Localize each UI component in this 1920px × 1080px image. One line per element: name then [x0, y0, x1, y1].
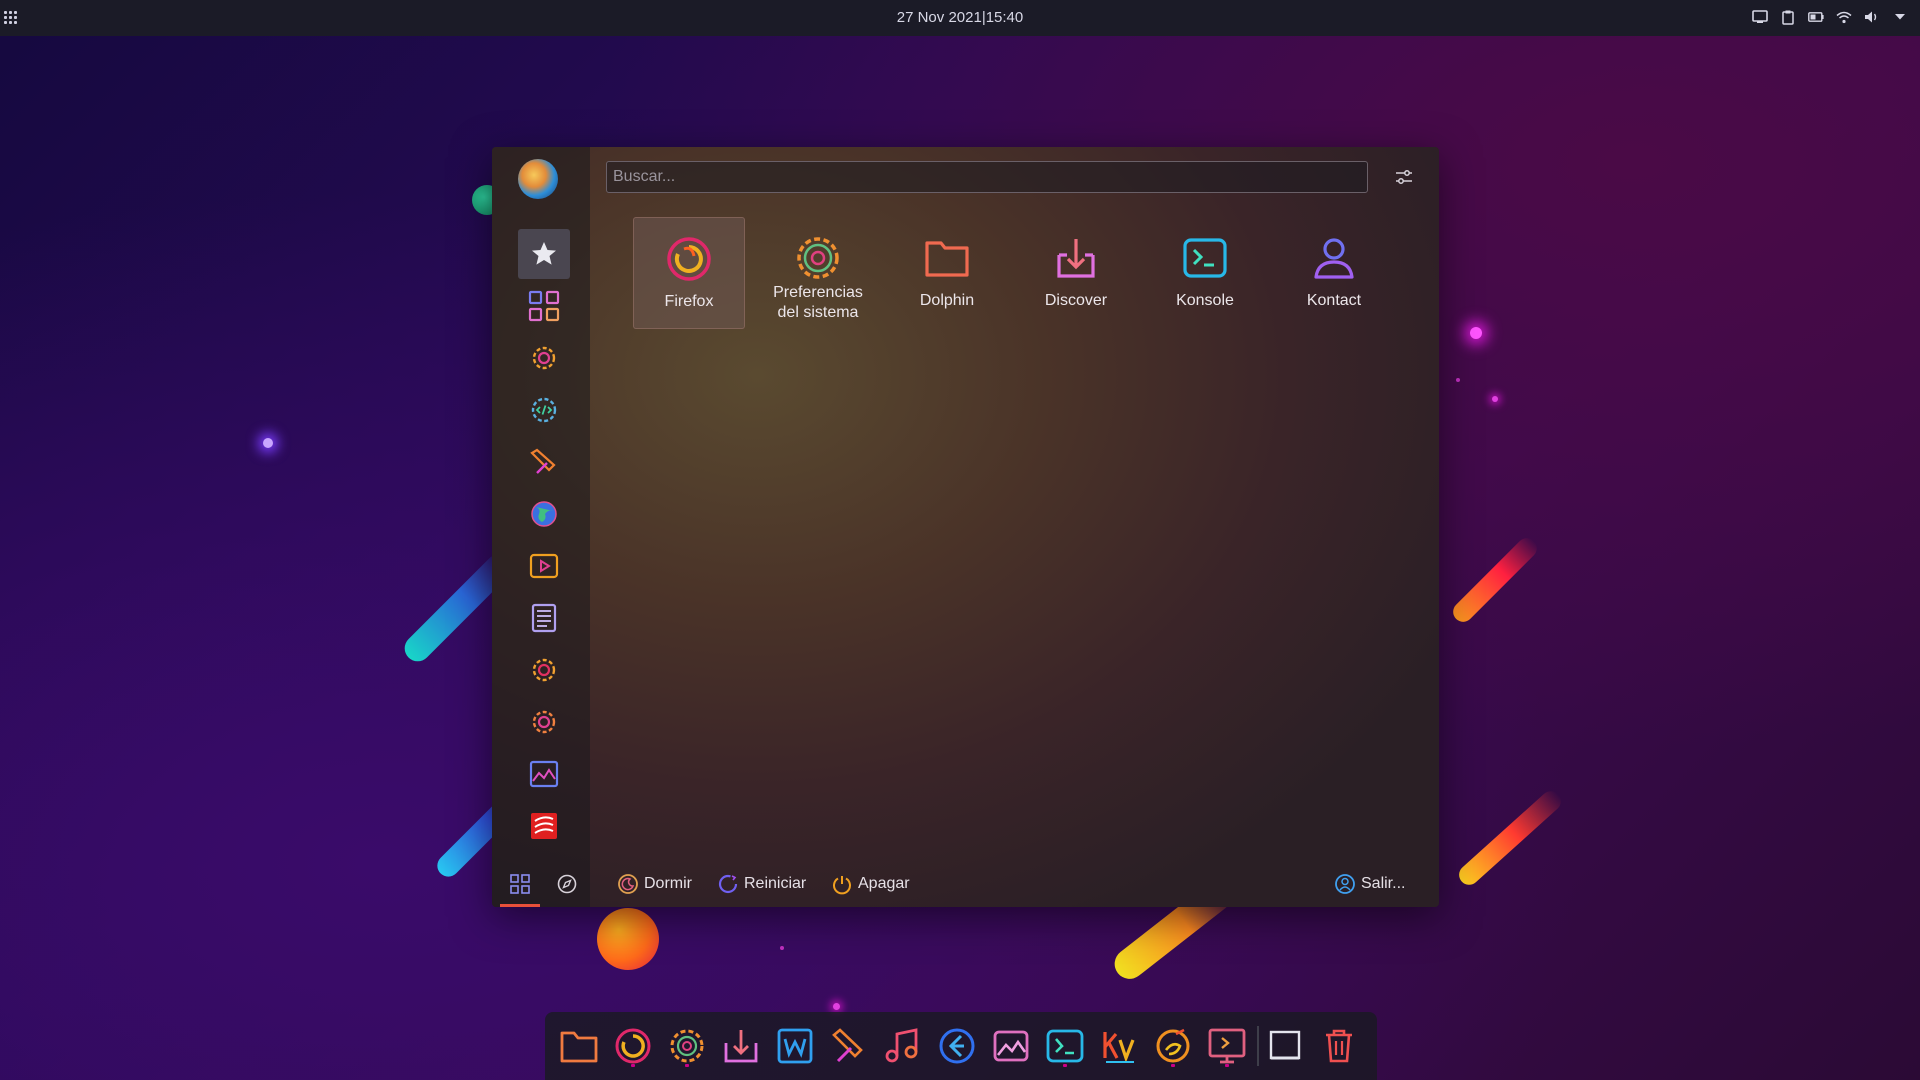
app-label: Konsole [1176, 292, 1234, 309]
running-indicator [1063, 1064, 1067, 1067]
restart-label: Reiniciar [744, 875, 807, 892]
power-icon [833, 876, 851, 895]
dock-settings-icon[interactable] [665, 1024, 709, 1068]
wifi-icon[interactable] [1834, 7, 1854, 27]
display-icon[interactable] [1750, 7, 1770, 27]
dock-show-desktop-icon[interactable] [1263, 1024, 1307, 1068]
favorites-grid: Firefox Preferencias del sistema Dolphin… [633, 217, 1390, 329]
tab-places-compass-icon[interactable] [552, 869, 582, 899]
app-tile-dolphin[interactable]: Dolphin [891, 217, 1003, 329]
tab-applications-icon[interactable] [505, 869, 535, 899]
clipboard-icon[interactable] [1778, 7, 1798, 27]
wallpaper-spark [833, 1003, 840, 1010]
battery-icon[interactable] [1806, 7, 1826, 27]
all-apps-icon[interactable] [518, 281, 570, 331]
application-launcher: Firefox Preferencias del sistema Dolphin… [492, 147, 1439, 907]
dock-image-viewer-icon[interactable] [989, 1024, 1033, 1068]
clock[interactable]: 27 Nov 2021|15:40 [897, 9, 1024, 26]
contact-icon [1314, 238, 1354, 279]
running-indicator [1225, 1064, 1229, 1067]
dock-ktorrent-icon[interactable] [1151, 1024, 1195, 1068]
multimedia-icon[interactable] [518, 541, 570, 591]
user-avatar[interactable] [518, 159, 558, 199]
wallpaper-spark [780, 946, 784, 950]
dock-trash-icon[interactable] [1317, 1024, 1361, 1068]
app-label: Dolphin [919, 292, 975, 309]
wallpaper-spark [1492, 396, 1498, 402]
app-label: Preferencias del sistema [773, 284, 863, 321]
dock-separator [1257, 1026, 1259, 1066]
app-tile-kontact[interactable]: Kontact [1278, 217, 1390, 329]
sleep-label: Dormir [644, 875, 692, 892]
app-tile-system-settings[interactable]: Preferencias del sistema [762, 217, 874, 329]
dock-vscode-icon[interactable] [935, 1024, 979, 1068]
office-icon[interactable] [518, 593, 570, 643]
wallpaper-orb [597, 908, 659, 970]
logout-icon [1335, 874, 1355, 894]
wallpaper-spark [263, 438, 273, 448]
volume-icon[interactable] [1862, 7, 1882, 27]
shutdown-label: Apagar [858, 875, 910, 892]
app-launcher-icon[interactable] [4, 11, 18, 25]
utilities-icon[interactable] [518, 749, 570, 799]
dock-writer-icon[interactable] [773, 1024, 817, 1068]
app-tile-discover[interactable]: Discover [1020, 217, 1132, 329]
app-label: Discover [1044, 292, 1108, 309]
dock-discover-icon[interactable] [719, 1024, 763, 1068]
folder-icon [925, 241, 969, 277]
launcher-footer: Dormir Reiniciar Apagar Salir... [492, 857, 1439, 907]
dock-remote-desktop-icon[interactable] [1205, 1024, 1249, 1068]
search-input[interactable] [606, 161, 1368, 193]
logout-label: Salir... [1361, 875, 1406, 892]
running-indicator [1171, 1064, 1175, 1067]
sleep-icon [618, 874, 638, 894]
app-label: Kontact [1306, 292, 1362, 309]
restart-button[interactable]: Reiniciar [717, 873, 806, 895]
dock-paint-icon[interactable] [827, 1024, 871, 1068]
dock-dolphin-folder-icon[interactable] [557, 1024, 601, 1068]
settings-gear-icon[interactable] [518, 333, 570, 383]
restart-icon [718, 874, 738, 894]
discover-icon [1057, 239, 1095, 278]
dock-kvantum-icon[interactable] [1097, 1024, 1141, 1068]
shutdown-button[interactable]: Apagar [831, 873, 910, 895]
wallpaper-spark [1470, 327, 1482, 339]
system-icon[interactable] [518, 697, 570, 747]
dock-firefox-icon[interactable] [611, 1024, 655, 1068]
app-tile-firefox[interactable]: Firefox [633, 217, 745, 329]
development-icon[interactable] [518, 385, 570, 435]
running-indicator [685, 1064, 689, 1067]
dock-music-icon[interactable] [881, 1024, 925, 1068]
dock [545, 1012, 1377, 1080]
running-indicator [631, 1064, 635, 1067]
category-sidebar [492, 147, 590, 907]
wallpaper-streak [1455, 787, 1565, 889]
app-label: Firefox [664, 293, 714, 310]
top-panel: 27 Nov 2021|15:40 [0, 0, 1920, 36]
active-tab-indicator [500, 904, 540, 907]
dock-terminal-icon[interactable] [1043, 1024, 1087, 1068]
graphics-icon[interactable] [518, 437, 570, 487]
wallpaper-spark [1456, 378, 1460, 382]
system-tray [1750, 7, 1910, 27]
wallpaper-streak [1449, 534, 1541, 626]
internet-globe-icon[interactable] [518, 489, 570, 539]
lost-found-icon[interactable] [518, 801, 570, 851]
firefox-icon [667, 237, 711, 281]
system-settings-icon [797, 237, 839, 279]
settings-icon[interactable] [518, 645, 570, 695]
favorites-icon[interactable] [518, 229, 570, 279]
configure-icon[interactable] [1392, 165, 1416, 189]
terminal-icon [1183, 238, 1227, 278]
sleep-button[interactable]: Dormir [617, 873, 692, 895]
logout-button[interactable]: Salir... [1334, 873, 1405, 895]
app-tile-konsole[interactable]: Konsole [1149, 217, 1261, 329]
chevron-down-icon[interactable] [1890, 7, 1910, 27]
